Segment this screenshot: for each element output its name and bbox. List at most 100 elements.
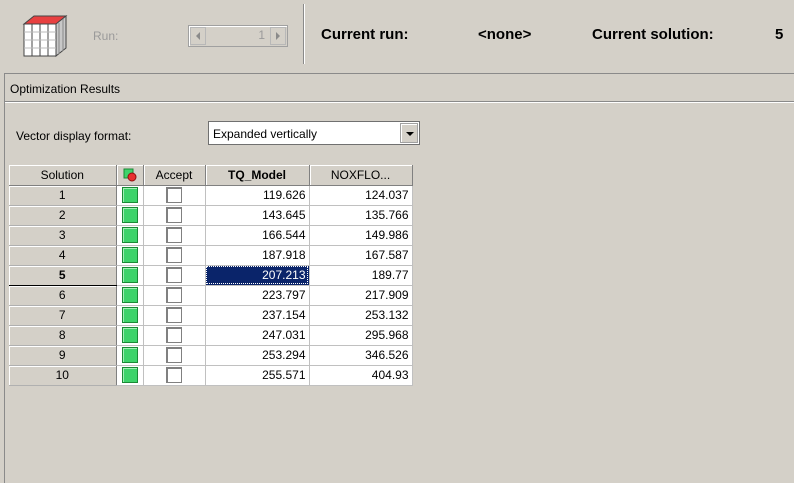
status-icon [123,168,136,182]
accept-checkbox[interactable] [166,207,182,223]
accept-checkbox[interactable] [166,247,182,263]
status-ok-icon [121,367,138,383]
status-cell [116,245,144,266]
column-header-tq-model[interactable]: TQ_Model [205,165,310,186]
noxflo-cell[interactable]: 167.587 [309,245,413,266]
table-row[interactable]: 5 207.213 189.77 [9,264,413,286]
vector-display-format-value: Expanded vertically [213,127,318,141]
status-cell [116,265,144,286]
column-header-status[interactable] [116,165,144,186]
spin-right-button[interactable] [270,27,286,45]
table-row[interactable]: 1 119.626 124.037 [9,185,413,206]
noxflo-cell[interactable]: 404.93 [309,365,413,386]
status-ok-icon [121,327,138,343]
row-header-solution[interactable]: 3 [9,225,117,246]
accept-checkbox[interactable] [166,227,182,243]
chevron-down-icon [406,132,414,136]
panel-divider [5,101,794,103]
table-row[interactable]: 4 187.918 167.587 [9,245,413,266]
chevron-left-icon [196,32,200,40]
status-cell [116,325,144,346]
status-cell [116,365,144,386]
accept-cell [143,225,206,246]
tq-model-cell[interactable]: 247.031 [205,325,310,346]
vector-display-format-select[interactable]: Expanded vertically [208,121,420,145]
accept-cell [143,185,206,206]
vector-display-format-label: Vector display format: [16,129,132,143]
accept-cell [143,265,206,286]
column-header-solution[interactable]: Solution [9,165,117,186]
noxflo-cell[interactable]: 149.986 [309,225,413,246]
noxflo-cell[interactable]: 135.766 [309,205,413,226]
accept-cell [143,325,206,346]
table-row[interactable]: 7 237.154 253.132 [9,305,413,326]
table-row[interactable]: 6 223.797 217.909 [9,285,413,306]
accept-checkbox[interactable] [166,327,182,343]
tq-model-cell[interactable]: 143.645 [205,205,310,226]
accept-checkbox[interactable] [166,187,182,203]
accept-cell [143,285,206,306]
tq-model-cell[interactable]: 119.626 [205,185,310,206]
tq-model-cell[interactable]: 207.213 [205,265,310,286]
row-header-solution[interactable]: 9 [9,345,117,366]
accept-cell [143,305,206,326]
toolbar: Run: 1 Current run: <none> Current solut… [0,0,794,70]
row-header-solution[interactable]: 5 [9,264,117,286]
status-ok-icon [121,207,138,223]
run-label: Run: [93,29,119,43]
accept-checkbox[interactable] [166,307,182,323]
spin-left-button[interactable] [190,27,206,45]
optimization-results-panel: Optimization Results Vector display form… [4,73,794,483]
status-ok-icon [121,227,138,243]
status-cell [116,225,144,246]
accept-checkbox[interactable] [166,347,182,363]
current-run-value: <none> [478,26,532,43]
tq-model-cell[interactable]: 223.797 [205,285,310,306]
toolbar-separator [303,4,305,64]
column-header-accept[interactable]: Accept [143,165,206,186]
tq-model-cell[interactable]: 166.544 [205,225,310,246]
table-row[interactable]: 9 253.294 346.526 [9,345,413,366]
status-ok-icon [121,287,138,303]
status-cell [116,205,144,226]
noxflo-cell[interactable]: 295.968 [309,325,413,346]
table-row[interactable]: 3 166.544 149.986 [9,225,413,246]
table-row[interactable]: 10 255.571 404.93 [9,365,413,386]
run-spinner[interactable]: 1 [188,25,288,47]
status-ok-icon [121,347,138,363]
tq-model-cell[interactable]: 255.571 [205,365,310,386]
noxflo-cell[interactable]: 346.526 [309,345,413,366]
current-solution-value: 5 [775,26,784,43]
status-ok-icon [121,307,138,323]
tq-model-cell[interactable]: 187.918 [205,245,310,266]
dropdown-button[interactable] [400,123,418,143]
run-spinner-value[interactable]: 1 [209,28,265,42]
data-cube-icon[interactable] [20,14,68,58]
status-ok-icon [121,187,138,203]
table-header-row: Solution Accept TQ_Model NOXFLO... [9,165,413,186]
row-header-solution[interactable]: 2 [9,205,117,226]
row-header-solution[interactable]: 4 [9,245,117,266]
noxflo-cell[interactable]: 124.037 [309,185,413,206]
table-row[interactable]: 2 143.645 135.766 [9,205,413,226]
noxflo-cell[interactable]: 189.77 [309,265,413,286]
column-header-noxflo[interactable]: NOXFLO... [309,165,413,186]
row-header-solution[interactable]: 10 [9,365,117,386]
row-header-solution[interactable]: 6 [9,285,117,306]
accept-cell [143,365,206,386]
row-header-solution[interactable]: 7 [9,305,117,326]
row-header-solution[interactable]: 1 [9,185,117,206]
accept-checkbox[interactable] [166,367,182,383]
noxflo-cell[interactable]: 253.132 [309,305,413,326]
accept-checkbox[interactable] [166,287,182,303]
status-cell [116,305,144,326]
accept-checkbox[interactable] [166,267,182,283]
tq-model-cell[interactable]: 237.154 [205,305,310,326]
tq-model-cell[interactable]: 253.294 [205,345,310,366]
current-run-label: Current run: [321,26,409,43]
table-row[interactable]: 8 247.031 295.968 [9,325,413,346]
row-header-solution[interactable]: 8 [9,325,117,346]
chevron-right-icon [276,32,280,40]
status-cell [116,285,144,306]
noxflo-cell[interactable]: 217.909 [309,285,413,306]
